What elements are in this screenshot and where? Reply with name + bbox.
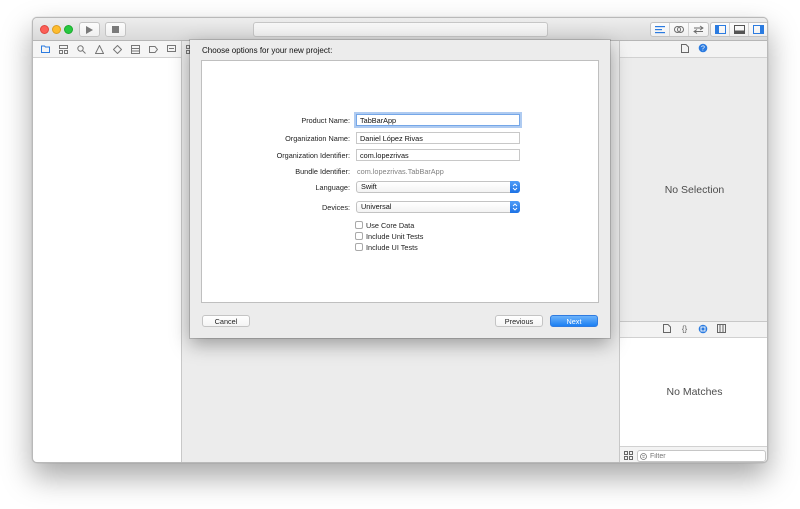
- inspector-empty-label: No Selection: [664, 183, 725, 196]
- navigator-selector-bar: [33, 41, 181, 58]
- run-button[interactable]: [79, 22, 100, 37]
- lines-icon: [655, 25, 665, 33]
- include-ui-tests-label: Include UI Tests: [366, 242, 418, 252]
- new-project-sheet: Choose options for your new project: Pro…: [190, 40, 610, 338]
- previous-button[interactable]: Previous: [495, 315, 543, 327]
- organization-identifier-label: Organization Identifier:: [276, 151, 350, 160]
- devices-popup[interactable]: Universal: [356, 201, 520, 213]
- symbol-hierarchy-icon[interactable]: [59, 44, 68, 54]
- product-name-label: Product Name:: [301, 116, 350, 125]
- include-unit-tests-label: Include Unit Tests: [366, 231, 424, 241]
- bundle-identifier-row: Bundle Identifier: com.lopezrivas.TabBar…: [202, 165, 598, 178]
- stop-icon: [112, 26, 119, 33]
- bundle-identifier-label: Bundle Identifier:: [295, 167, 350, 176]
- use-core-data-option[interactable]: Use Core Data: [355, 220, 414, 230]
- cancel-button[interactable]: Cancel: [202, 315, 250, 327]
- svg-text:?: ?: [701, 46, 705, 53]
- version-editor-button[interactable]: [689, 23, 708, 36]
- activity-viewer: [253, 22, 548, 37]
- editor-mode-control: [650, 22, 709, 37]
- breakpoint-icon[interactable]: [149, 45, 158, 54]
- devices-value: Universal: [361, 202, 392, 211]
- play-icon: [86, 25, 93, 34]
- report-icon[interactable]: [167, 45, 176, 54]
- library-filter-field[interactable]: [637, 450, 766, 462]
- bundle-identifier-value: com.lopezrivas.TabBarApp: [357, 167, 444, 176]
- library-selector-bar: {}: [620, 321, 767, 338]
- arrows-icon: [693, 25, 704, 34]
- include-unit-tests-checkbox[interactable]: [355, 232, 363, 240]
- utilities-pane: ? No Selection {} No Matches: [619, 41, 767, 462]
- include-unit-tests-option[interactable]: Include Unit Tests: [355, 231, 423, 241]
- sheet-title: Choose options for your new project:: [202, 46, 333, 55]
- stop-button[interactable]: [105, 22, 126, 37]
- language-label: Language:: [315, 183, 351, 192]
- chevron-updown-icon: [510, 181, 520, 193]
- media-library-icon[interactable]: [717, 324, 726, 335]
- folder-icon[interactable]: [41, 45, 50, 54]
- next-button[interactable]: Next: [550, 315, 598, 327]
- toggle-debug-area-button[interactable]: [730, 23, 749, 36]
- include-ui-tests-checkbox[interactable]: [355, 243, 363, 251]
- product-name-field[interactable]: [356, 114, 520, 126]
- zoom-window-button[interactable]: [64, 25, 73, 34]
- linked-circles-icon: [674, 26, 684, 33]
- use-core-data-checkbox[interactable]: [355, 221, 363, 229]
- toolbar: [33, 18, 767, 41]
- navigator-pane: [33, 41, 182, 462]
- organization-identifier-field[interactable]: [356, 149, 520, 161]
- product-name-row: Product Name:: [202, 114, 598, 127]
- close-window-button[interactable]: [40, 25, 49, 34]
- standard-editor-button[interactable]: [651, 23, 670, 36]
- toggle-utilities-button[interactable]: [749, 23, 767, 36]
- toggle-navigator-button[interactable]: [711, 23, 730, 36]
- assistant-editor-button[interactable]: [670, 23, 689, 36]
- minimize-window-button[interactable]: [52, 25, 61, 34]
- organization-identifier-row: Organization Identifier:: [202, 149, 598, 162]
- options-panel: Product Name: Organization Name: Organiz…: [201, 60, 599, 303]
- filter-icon: [640, 452, 647, 460]
- organization-name-row: Organization Name:: [202, 132, 598, 145]
- warning-icon[interactable]: [95, 44, 104, 54]
- chevron-updown-icon: [510, 201, 520, 213]
- inspector-selector-bar: ?: [620, 41, 767, 58]
- language-popup[interactable]: Swift: [356, 181, 520, 193]
- file-inspector-icon[interactable]: [681, 43, 689, 55]
- library-filter-bar: [620, 446, 767, 462]
- left-panel-icon: [714, 25, 726, 34]
- language-value: Swift: [361, 182, 377, 191]
- quick-help-icon[interactable]: ?: [698, 43, 708, 55]
- organization-name-label: Organization Name:: [285, 134, 350, 143]
- organization-name-field[interactable]: [356, 132, 520, 144]
- bottom-panel-icon: [733, 25, 745, 34]
- object-library-icon[interactable]: [698, 324, 708, 336]
- code-snippet-icon[interactable]: {}: [680, 324, 689, 335]
- svg-text:{}: {}: [682, 325, 688, 334]
- filter-input[interactable]: [650, 452, 750, 460]
- test-diamond-icon[interactable]: [113, 44, 122, 54]
- grid-view-icon[interactable]: [624, 451, 633, 462]
- file-template-icon[interactable]: [663, 324, 671, 335]
- language-row: Language: Swift: [202, 181, 598, 194]
- debug-gauge-icon[interactable]: [131, 44, 140, 54]
- devices-label: Devices:: [322, 203, 350, 212]
- devices-row: Devices: Universal: [202, 201, 598, 214]
- use-core-data-label: Use Core Data: [366, 220, 415, 230]
- library-empty-label: No Matches: [620, 338, 767, 446]
- panel-toggle-control: [710, 22, 767, 37]
- include-ui-tests-option[interactable]: Include UI Tests: [355, 242, 418, 252]
- right-panel-icon: [753, 25, 764, 34]
- search-icon[interactable]: [77, 44, 86, 54]
